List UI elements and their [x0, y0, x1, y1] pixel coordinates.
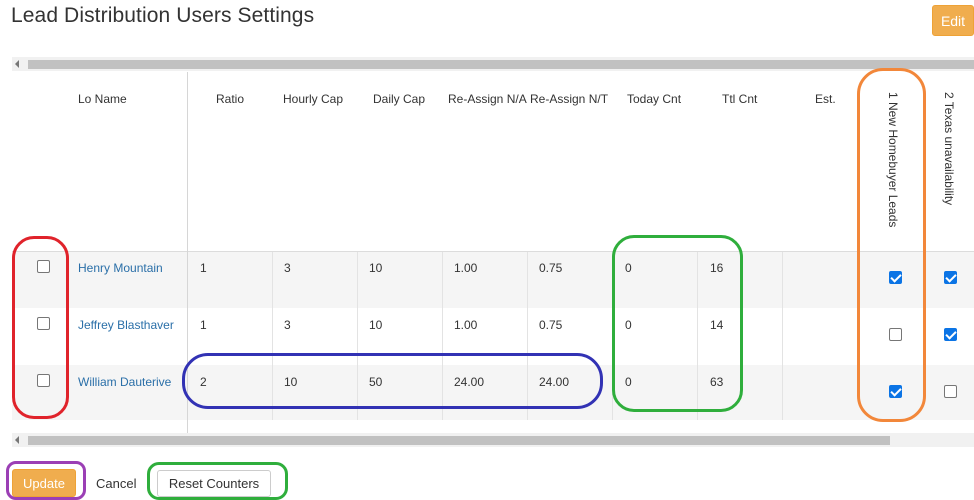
- ratio-cell[interactable]: 2: [200, 375, 207, 389]
- group-texas-checkbox[interactable]: [944, 385, 957, 398]
- cell-separator: [697, 252, 698, 420]
- header-hourly-cap[interactable]: Hourly Cap: [283, 92, 343, 106]
- group-new-homebuyer-checkbox[interactable]: [889, 385, 902, 398]
- cell-separator: [527, 252, 528, 420]
- scrollbar-thumb[interactable]: [28, 436, 890, 445]
- ttl-cnt-cell: 14: [710, 318, 724, 332]
- scroll-left-arrow-icon[interactable]: [15, 60, 19, 68]
- scroll-left-arrow-icon[interactable]: [15, 436, 19, 444]
- horizontal-scrollbar-bottom[interactable]: [12, 433, 974, 447]
- lo-name-link[interactable]: Jeffrey Blasthaver: [78, 318, 174, 332]
- page-title: Lead Distribution Users Settings: [11, 4, 315, 27]
- hourly-cap-cell[interactable]: 10: [284, 375, 297, 389]
- reassign-nt-cell[interactable]: 24.00: [539, 375, 569, 389]
- header-lo-name[interactable]: Lo Name: [78, 92, 127, 106]
- daily-cap-cell[interactable]: 10: [369, 261, 382, 275]
- header-daily-cap[interactable]: Daily Cap: [373, 92, 425, 106]
- cancel-link[interactable]: Cancel: [96, 476, 136, 491]
- reassign-na-cell[interactable]: 1.00: [454, 261, 477, 275]
- scrollbar-thumb[interactable]: [28, 60, 974, 69]
- header-group-texas-unavailability[interactable]: 2 Texas unavailability: [942, 92, 956, 205]
- ratio-cell[interactable]: 1: [200, 318, 207, 332]
- ratio-cell[interactable]: 1: [200, 261, 207, 275]
- group-new-homebuyer-checkbox[interactable]: [889, 271, 902, 284]
- header-group-new-homebuyer-leads[interactable]: 1 New Homebuyer Leads: [886, 92, 900, 227]
- update-button[interactable]: Update: [12, 469, 76, 497]
- cell-separator: [357, 252, 358, 420]
- reassign-na-cell[interactable]: 24.00: [454, 375, 484, 389]
- daily-cap-cell[interactable]: 10: [369, 318, 382, 332]
- daily-cap-cell[interactable]: 50: [369, 375, 382, 389]
- row-select-checkbox[interactable]: [37, 374, 50, 387]
- reset-counters-button[interactable]: Reset Counters: [157, 470, 271, 497]
- group-new-homebuyer-checkbox[interactable]: [889, 328, 902, 341]
- row-select-checkbox[interactable]: [37, 317, 50, 330]
- reassign-na-cell[interactable]: 1.00: [454, 318, 477, 332]
- row-band: [12, 365, 974, 420]
- today-cnt-cell: 0: [625, 318, 632, 332]
- hourly-cap-cell[interactable]: 3: [284, 318, 291, 332]
- header-reassign-na[interactable]: Re-Assign N/A: [448, 92, 527, 106]
- hourly-cap-cell[interactable]: 3: [284, 261, 291, 275]
- today-cnt-cell: 0: [625, 261, 632, 275]
- lo-name-link[interactable]: Henry Mountain: [78, 261, 163, 275]
- column-divider: [187, 72, 188, 433]
- cell-separator: [612, 252, 613, 420]
- header-ttl-cnt[interactable]: Ttl Cnt: [722, 92, 757, 106]
- lo-name-link[interactable]: William Dauterive: [78, 375, 171, 389]
- reassign-nt-cell[interactable]: 0.75: [539, 261, 562, 275]
- cell-separator: [782, 252, 783, 420]
- header-today-cnt[interactable]: Today Cnt: [627, 92, 681, 106]
- row-select-checkbox[interactable]: [37, 260, 50, 273]
- cell-separator: [442, 252, 443, 420]
- ttl-cnt-cell: 16: [710, 261, 724, 275]
- header-divider: [12, 251, 974, 252]
- ttl-cnt-cell: 63: [710, 375, 724, 389]
- today-cnt-cell: 0: [625, 375, 632, 389]
- users-table: Lo Name Ratio Hourly Cap Daily Cap Re-As…: [12, 72, 974, 433]
- header-est[interactable]: Est.: [815, 92, 836, 106]
- cell-separator: [272, 252, 273, 420]
- edit-button[interactable]: Edit: [932, 5, 974, 36]
- horizontal-scrollbar-top[interactable]: [12, 57, 974, 71]
- reassign-nt-cell[interactable]: 0.75: [539, 318, 562, 332]
- header-ratio[interactable]: Ratio: [216, 92, 244, 106]
- group-texas-checkbox[interactable]: [944, 328, 957, 341]
- header-reassign-nt[interactable]: Re-Assign N/T: [530, 92, 608, 106]
- group-texas-checkbox[interactable]: [944, 271, 957, 284]
